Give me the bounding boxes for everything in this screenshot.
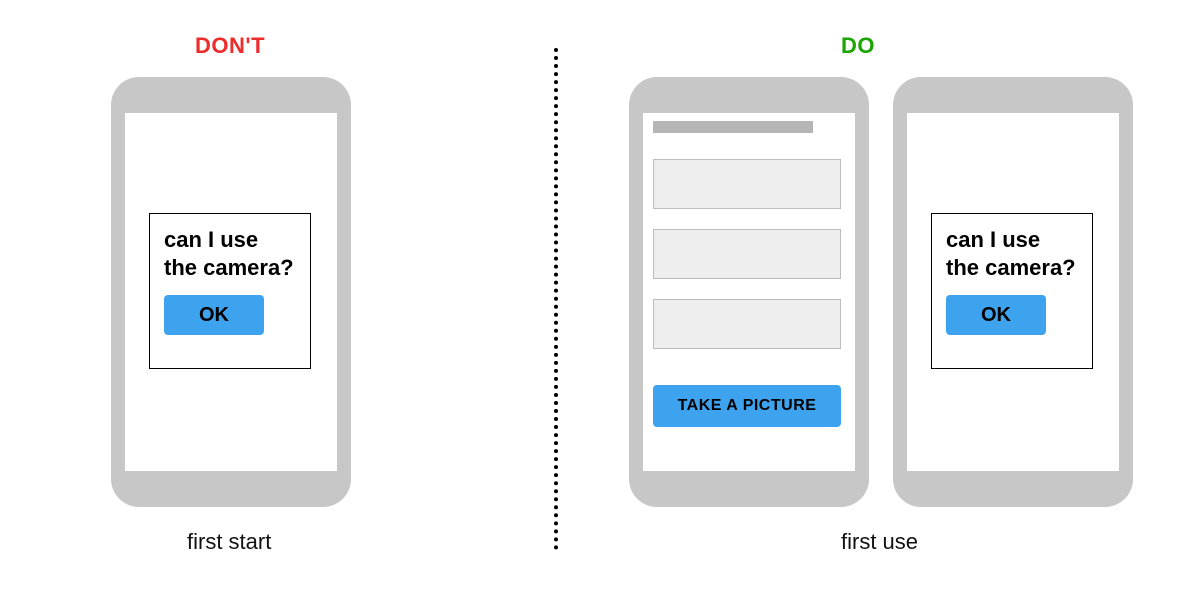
do-header: DO (841, 33, 875, 59)
permission-prompt: can I use the camera? (164, 226, 296, 281)
take-picture-button[interactable]: TAKE A PICTURE (653, 385, 841, 427)
permission-dialog: can I use the camera? OK (149, 213, 311, 369)
permission-prompt: can I use the camera? (946, 226, 1078, 281)
do-caption: first use (841, 529, 918, 555)
do-phone-dialog-screen: can I use the camera? OK (907, 113, 1119, 471)
form-title-bar (653, 121, 813, 133)
form-field-2[interactable] (653, 229, 841, 279)
permission-dialog: can I use the camera? OK (931, 213, 1093, 369)
dont-caption: first start (187, 529, 271, 555)
form-field-3[interactable] (653, 299, 841, 349)
dont-header: DON'T (195, 33, 265, 59)
do-phone-dialog: can I use the camera? OK (893, 77, 1133, 507)
diagram-root: DON'T DO can I use the camera? OK first … (0, 0, 1200, 600)
do-phone-form: TAKE A PICTURE (629, 77, 869, 507)
dont-phone-screen: can I use the camera? OK (125, 113, 337, 471)
form-field-1[interactable] (653, 159, 841, 209)
ok-button[interactable]: OK (946, 295, 1046, 335)
do-phone-form-screen: TAKE A PICTURE (643, 113, 855, 471)
vertical-divider (554, 48, 558, 550)
ok-button[interactable]: OK (164, 295, 264, 335)
dont-phone: can I use the camera? OK (111, 77, 351, 507)
